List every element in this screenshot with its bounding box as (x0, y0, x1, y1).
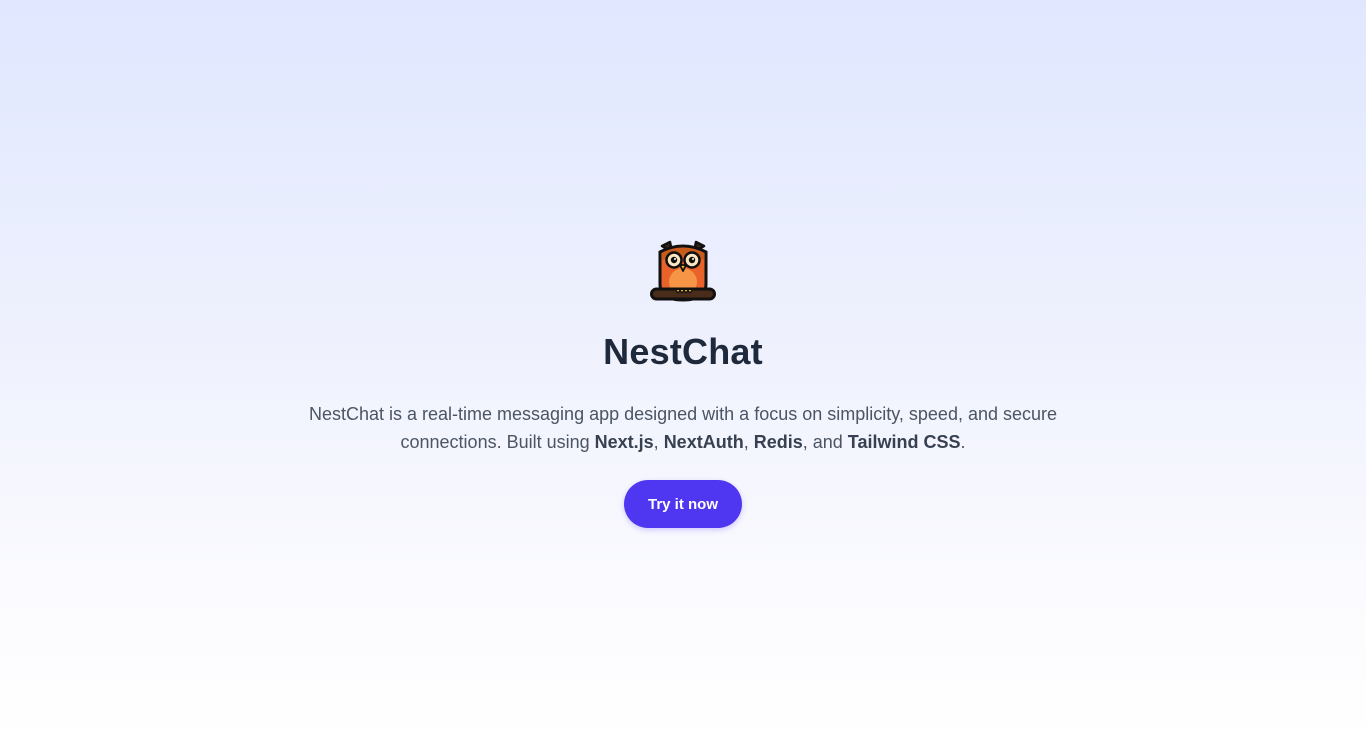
app-description: NestChat is a real-time messaging app de… (303, 400, 1063, 456)
description-separator: , (653, 432, 664, 452)
tech-nextjs: Next.js (594, 432, 654, 452)
description-end: . (960, 432, 966, 452)
tech-tailwind: Tailwind CSS (847, 432, 961, 452)
hero-section: NestChat NestChat is a real-time messagi… (0, 240, 1366, 528)
try-it-now-button[interactable]: Try it now (623, 480, 742, 528)
tech-nextauth: NextAuth (663, 432, 744, 452)
owl-icon (650, 240, 716, 302)
tech-redis: Redis (753, 432, 803, 452)
landing-page: NestChat NestChat is a real-time messagi… (0, 0, 1366, 742)
description-separator: , and (802, 432, 848, 452)
app-title: NestChat (603, 331, 763, 372)
description-separator: , (743, 432, 754, 452)
